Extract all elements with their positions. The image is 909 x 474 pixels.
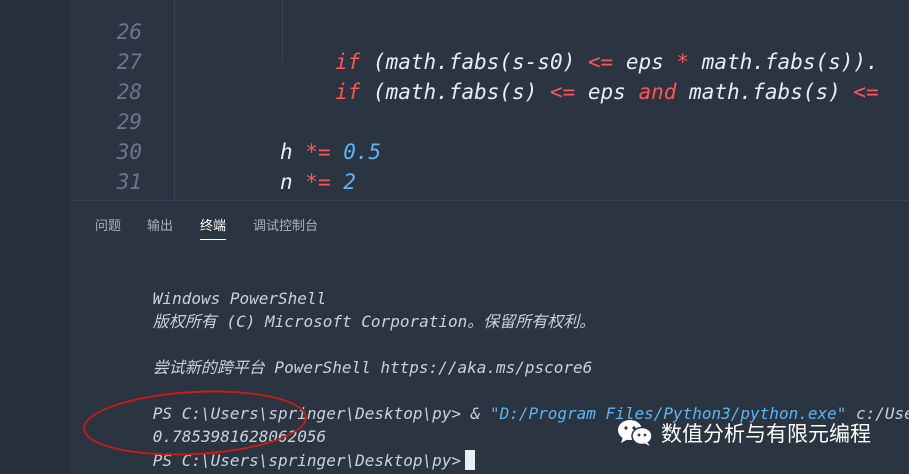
tab-label: 问题 — [95, 219, 122, 234]
tab-label: 调试控制台 — [253, 219, 319, 234]
code-editor[interactable]: 26 if (math.fabs(s-s0) <= eps * math.fab… — [70, 0, 909, 200]
panel-tab-bar: 问题 输出 终端 调试控制台 — [70, 201, 909, 245]
activity-bar — [0, 0, 70, 474]
tab-label: 输出 — [147, 219, 174, 234]
active-tab-indicator — [200, 239, 227, 240]
terminal-line: 版权所有 (C) Microsoft Corporation。保留所有权利。 — [95, 287, 595, 331]
code-line: 26 if (math.fabs(s-s0) <= eps * math.fab… — [70, 0, 909, 74]
watermark: 数值分析与有限元编程 — [617, 418, 871, 448]
code-line: 27 if (math.fabs(s) <= eps and math.fabs… — [70, 17, 909, 104]
tab-debug-console[interactable]: 调试控制台 — [253, 215, 318, 234]
terminal-text: 版权所有 (C) Microsoft Corporation。保留所有权利。 — [152, 312, 596, 331]
code-line: 28 — [70, 47, 909, 104]
watermark-text: 数值分析与有限元编程 — [661, 422, 871, 446]
tab-problems[interactable]: 问题 — [95, 215, 121, 234]
wechat-icon — [618, 420, 653, 446]
terminal-text: 尝试新的跨平台 PowerShell https://aka.ms/pscore… — [152, 358, 593, 377]
code-line: 30 n *= 2 — [70, 107, 909, 194]
terminal-line: Windows PowerShell — [95, 264, 326, 308]
terminal-cursor — [465, 450, 476, 470]
terminal-line: 尝试新的跨平台 PowerShell https://aka.ms/pscore… — [95, 333, 593, 377]
code-line: 32 t0 = t — [70, 167, 909, 197]
code-line: 31 s0 = s — [70, 137, 909, 194]
code-line: 29 h *= 0.5 — [70, 77, 909, 164]
tab-label: 终端 — [200, 219, 227, 234]
tab-terminal[interactable]: 终端 — [200, 215, 227, 240]
tab-output[interactable]: 输出 — [147, 215, 173, 234]
